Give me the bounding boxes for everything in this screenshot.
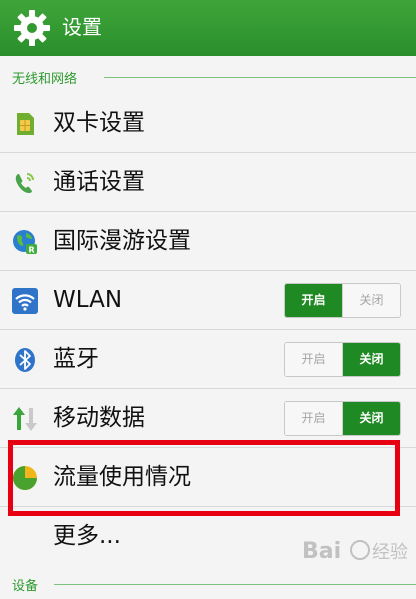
toggle-on-option[interactable]: 开启 bbox=[285, 343, 342, 376]
toggle-off-option[interactable]: 关闭 bbox=[342, 284, 400, 317]
setting-label: 蓝牙 bbox=[53, 346, 99, 372]
phone-icon bbox=[15, 173, 34, 193]
bluetooth-toggle[interactable]: 开启 关闭 bbox=[284, 342, 401, 377]
toggle-on-option[interactable]: 开启 bbox=[285, 284, 342, 317]
setting-bluetooth[interactable]: 蓝牙 开启 关闭 bbox=[0, 330, 416, 389]
setting-label: 通话设置 bbox=[53, 169, 145, 195]
setting-label: WLAN bbox=[53, 287, 123, 313]
setting-label: 双卡设置 bbox=[53, 110, 145, 136]
setting-wlan[interactable]: WLAN 开启 关闭 bbox=[0, 271, 416, 330]
svg-text:Bai: Bai bbox=[302, 539, 341, 564]
svg-text:经验: 经验 bbox=[372, 542, 408, 563]
setting-dual-sim[interactable]: 双卡设置 bbox=[0, 94, 416, 153]
setting-call[interactable]: 通话设置 bbox=[0, 153, 416, 212]
wlan-toggle[interactable]: 开启 关闭 bbox=[284, 283, 401, 318]
toggle-off-option[interactable]: 关闭 bbox=[342, 343, 400, 376]
toggle-on-option[interactable]: 开启 bbox=[285, 402, 342, 435]
setting-roaming[interactable]: R 国际漫游设置 bbox=[0, 212, 416, 271]
setting-label: 国际漫游设置 bbox=[53, 228, 191, 254]
section-divider bbox=[104, 77, 416, 78]
data-arrows-icon bbox=[13, 407, 37, 431]
highlight-box bbox=[8, 440, 400, 516]
watermark-logo: Bai 经验 bbox=[302, 539, 408, 564]
section-label: 设备 bbox=[12, 579, 39, 594]
bluetooth-icon bbox=[15, 348, 35, 372]
page-title: 设置 bbox=[62, 15, 102, 39]
wifi-icon bbox=[12, 288, 38, 314]
section-divider bbox=[54, 584, 416, 585]
section-label: 无线和网络 bbox=[12, 72, 78, 87]
gear-icon[interactable] bbox=[12, 8, 52, 48]
toggle-off-option[interactable]: 关闭 bbox=[342, 402, 400, 435]
svg-text:R: R bbox=[29, 246, 35, 255]
section-header-wireless: 无线和网络 bbox=[0, 62, 416, 92]
setting-label: 更多... bbox=[53, 523, 121, 549]
title-bar: 设置 bbox=[0, 0, 416, 56]
mobile-data-toggle[interactable]: 开启 关闭 bbox=[284, 401, 401, 436]
sim-card-icon bbox=[17, 113, 34, 135]
setting-label: 移动数据 bbox=[53, 405, 145, 431]
globe-icon: R bbox=[13, 230, 37, 255]
